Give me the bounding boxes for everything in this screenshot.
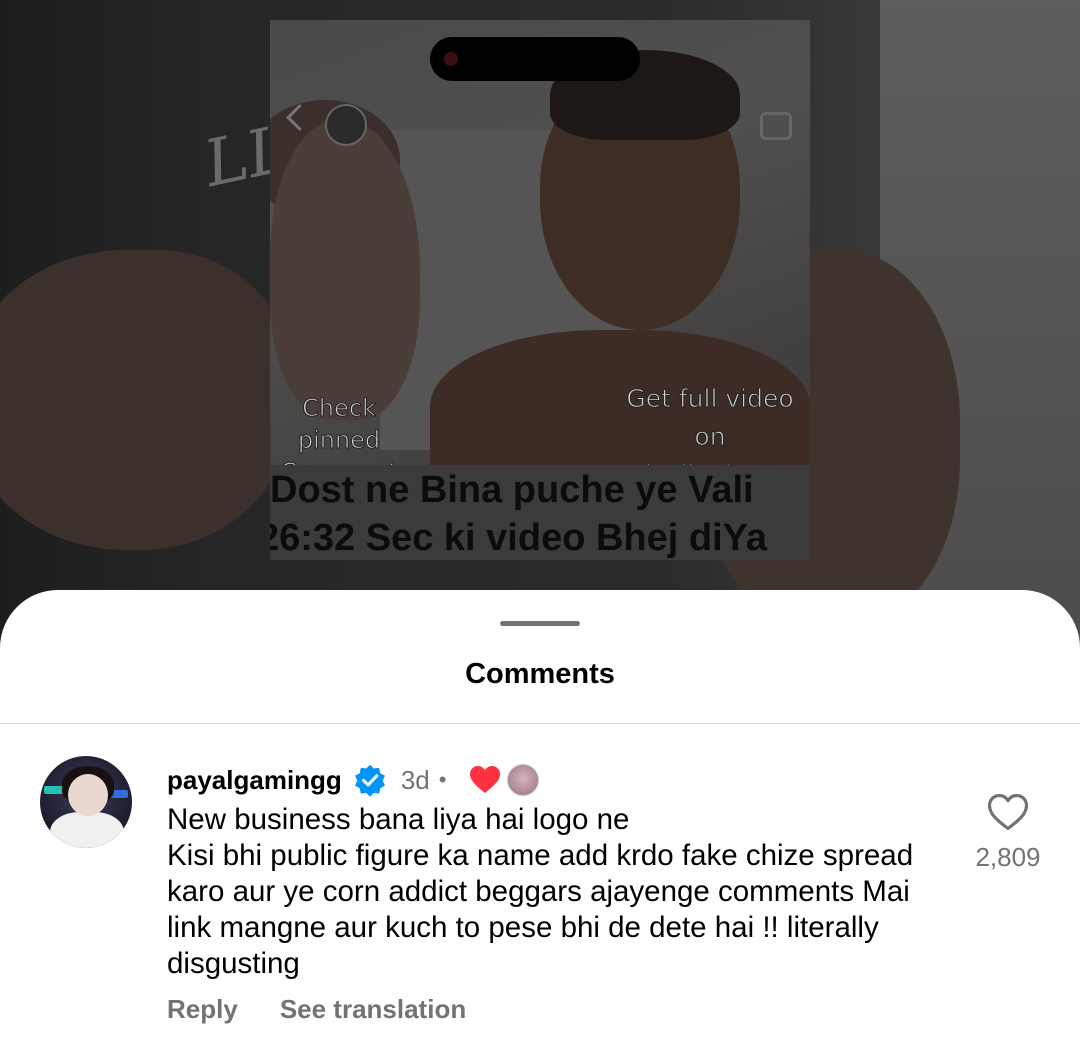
avatar[interactable] [40, 756, 132, 848]
reel-screenshot: Check pinned Comment Get full video on d… [270, 20, 810, 560]
reel-notch-dot [444, 52, 458, 66]
background-arm [0, 250, 290, 550]
separator-dot: • [438, 767, 447, 792]
reel-caption: Dost ne Bina puche ye Vali 26:32 Sec ki … [270, 465, 810, 560]
reel-camera-icon [760, 112, 792, 140]
comment-item: payalgamingg 3d • New business bana liya… [0, 724, 1080, 1055]
see-translation-button[interactable]: See translation [280, 994, 466, 1025]
verified-badge-icon [354, 764, 385, 797]
reel-person-left [270, 120, 420, 420]
reel-caption-line-1: Dost ne Bina puche ye Vali [270, 469, 754, 511]
heart-icon [468, 764, 502, 796]
comment-body: New business bana liya hai logo ne Kisi … [167, 803, 914, 980]
sheet-title: Comments [465, 658, 615, 690]
reply-button[interactable]: Reply [167, 994, 238, 1025]
reel-photo: Check pinned Comment Get full video on d… [270, 20, 810, 500]
creator-avatar [507, 764, 540, 796]
reel-caption-line-2: 26:32 Sec ki video Bhej diYa [270, 517, 768, 559]
avatar-detail [50, 812, 124, 848]
verified-badge-icon [353, 763, 387, 797]
comment-meta: payalgamingg 3d • [167, 760, 540, 800]
reel-camera-notch [430, 37, 640, 81]
like-control: 2,809 [966, 792, 1050, 873]
avatar-detail [68, 774, 108, 816]
creator-liked-heart-icon [470, 766, 501, 793]
username[interactable]: payalgamingg [167, 765, 342, 796]
comments-sheet: Comments payalgamingg 3d • New business … [0, 590, 1080, 1055]
reel-avatar [325, 104, 367, 146]
comment-time: 3d [400, 764, 430, 795]
sheet-drag-handle[interactable] [500, 621, 580, 626]
like-count: 2,809 [975, 842, 1041, 872]
comment-actions: Reply See translation [167, 994, 466, 1025]
like-heart-icon[interactable] [986, 792, 1030, 832]
video-background: LL Check pinned Comment Get full video o… [0, 0, 1080, 650]
